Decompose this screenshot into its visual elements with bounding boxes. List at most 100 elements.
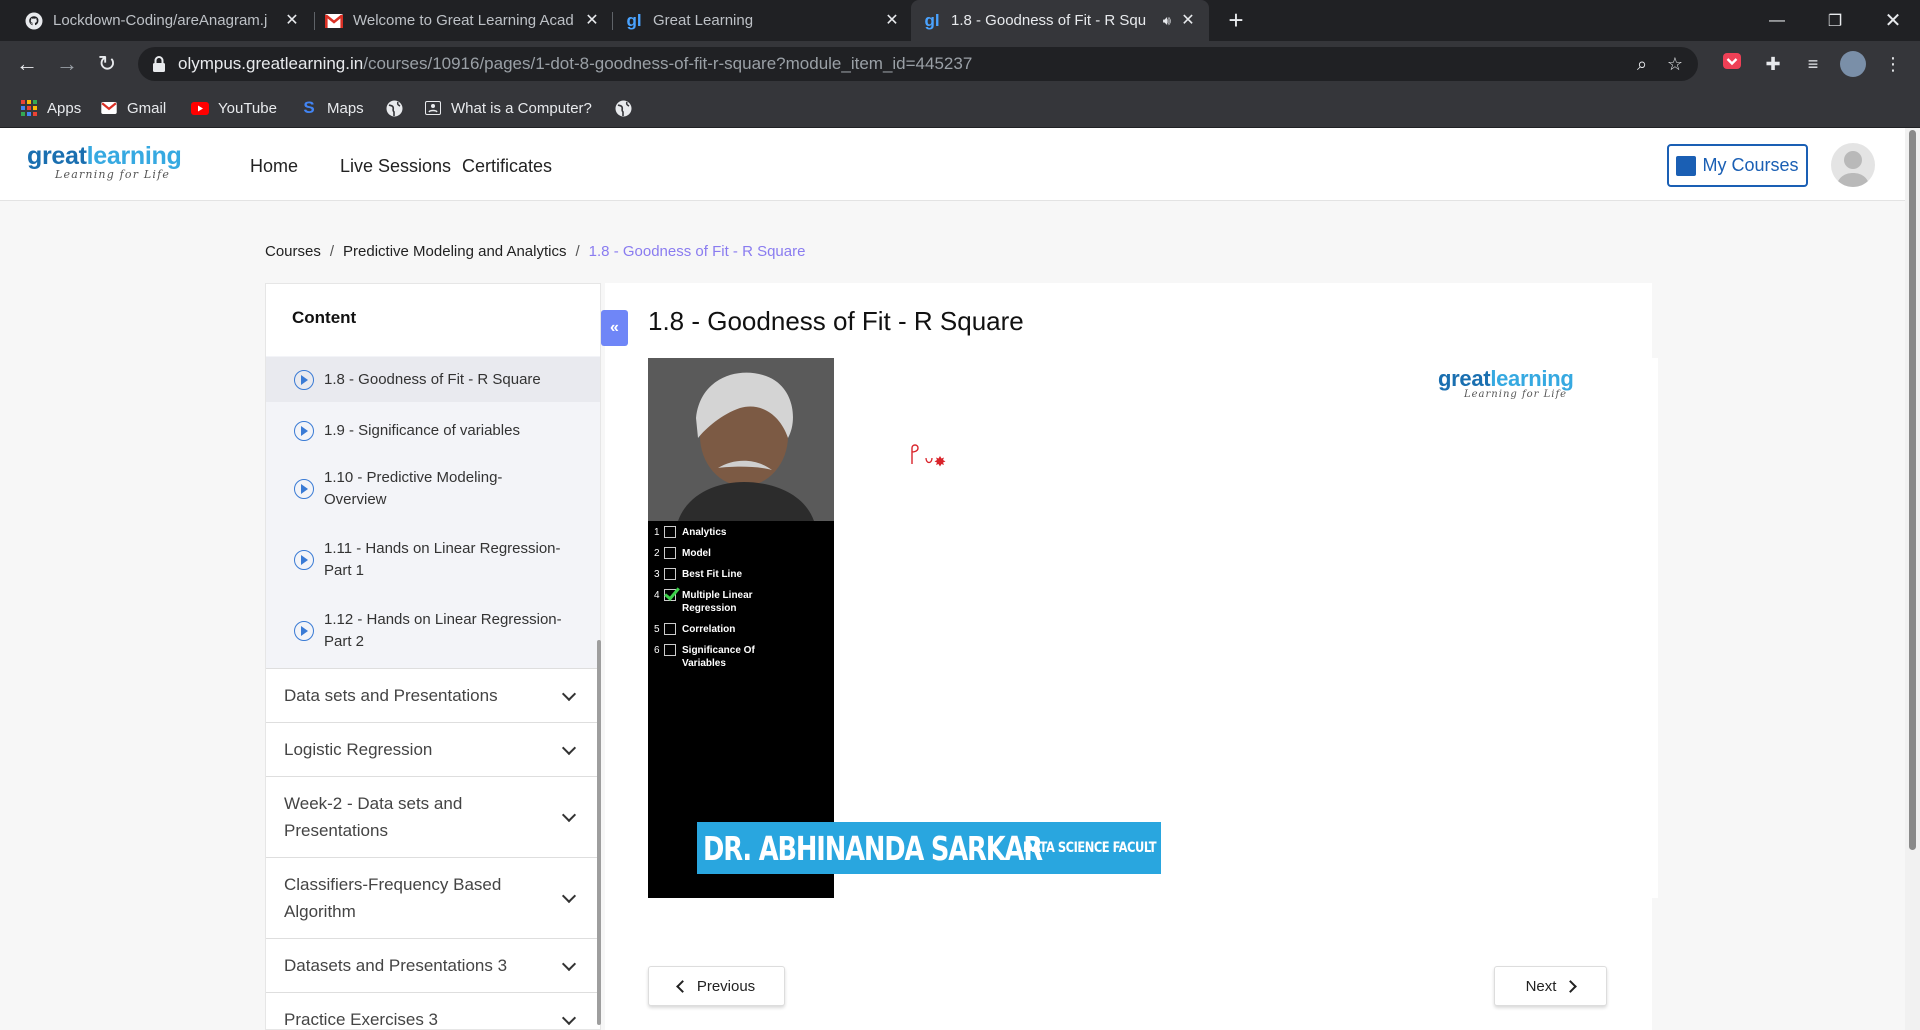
bookmark-maps[interactable]: S Maps [300, 97, 364, 119]
lesson-label: 1.8 - Goodness of Fit - R Square [324, 370, 541, 388]
previous-label: Previous [696, 977, 756, 995]
tab-title: Great Learning [653, 12, 754, 29]
back-icon[interactable]: ← [12, 49, 42, 79]
checkbox-icon [664, 568, 676, 580]
book-icon [1676, 155, 1697, 176]
bookmark-label: Apps [47, 99, 82, 117]
greatlearning-icon: gl [626, 10, 642, 30]
video-greatlearning-logo: greatlearning Learning for Life [1438, 366, 1574, 400]
user-avatar[interactable] [1831, 143, 1875, 187]
browser-tab-gmail[interactable]: Welcome to Great Learning Acad ✕ [313, 0, 613, 41]
module-datasets-and-presentations-3[interactable]: Datasets and Presentations 3 [266, 938, 600, 992]
nav-certificates[interactable]: Certificates [462, 156, 552, 177]
globe-icon [385, 99, 403, 117]
lesson-item-active[interactable]: 1.8 - Goodness of Fit - R Square [266, 357, 600, 402]
close-tab-icon[interactable]: ✕ [583, 12, 601, 30]
page-icon [424, 99, 442, 117]
apps-grid-icon [20, 99, 38, 117]
play-circle-icon [294, 621, 314, 641]
globe-icon [614, 99, 632, 117]
module-label: Practice Exercises 3 [284, 1010, 438, 1029]
github-icon [25, 12, 43, 30]
close-tab-icon[interactable]: ✕ [283, 12, 301, 30]
video-player[interactable]: 1 Analytics 2 Model 3 Best Fit Line 4 Multip… [648, 358, 1658, 898]
lesson-item[interactable]: 1.11 - Hands on Linear Regression-Part 1 [266, 530, 600, 590]
close-tab-icon[interactable]: ✕ [883, 12, 901, 30]
breadcrumb-courses[interactable]: Courses [265, 243, 321, 260]
collapse-sidebar-button[interactable]: « [601, 310, 628, 346]
page-scrollbar-thumb[interactable] [1909, 130, 1916, 850]
bookmark-label: Gmail [127, 99, 167, 117]
bookmark-label: Maps [327, 99, 364, 117]
bookmark-globe[interactable] [385, 97, 412, 119]
chevron-down-icon [562, 959, 576, 973]
new-tab-button[interactable]: + [1222, 6, 1250, 34]
play-circle-icon [294, 420, 314, 441]
chevron-down-icon [562, 1013, 576, 1027]
breadcrumb: Courses / Predictive Modeling and Analytic… [265, 243, 805, 260]
url-path: /courses/10916/pages/1-dot-8-goodness-of… [363, 54, 973, 73]
extensions-puzzle-icon[interactable]: ✚ [1760, 51, 1786, 77]
module-practice-exercises-3[interactable]: Practice Exercises 3 [266, 992, 600, 1029]
bookmark-label: YouTube [218, 99, 277, 117]
close-window-button[interactable]: ✕ [1864, 0, 1920, 41]
breadcrumb-course[interactable]: Predictive Modeling and Analytics [343, 243, 566, 260]
annotation-scribble [911, 444, 946, 467]
nav-home[interactable]: Home [250, 156, 298, 177]
page-scrollbar[interactable] [1905, 128, 1920, 1030]
browser-tab-github[interactable]: Lockdown-Coding/areAnagram.j ✕ [13, 0, 313, 41]
play-circle-icon [294, 369, 314, 390]
browser-toolbar: ← → ↻ olympus.greatlearning.in/courses/1… [0, 41, 1920, 87]
lesson-item[interactable]: 1.9 - Significance of variables [266, 408, 600, 453]
agenda-list: 1 Analytics 2 Model 3 Best Fit Line 4 Multip… [654, 526, 830, 678]
menu-kebab-icon[interactable]: ⋮ [1880, 51, 1906, 77]
module-label: Week-2 - Data sets and Presentations [284, 794, 463, 840]
forward-icon[interactable]: → [52, 49, 82, 79]
bookmark-gmail[interactable]: Gmail [100, 97, 166, 119]
pocket-extension-icon[interactable] [1719, 51, 1745, 77]
bookmark-youtube[interactable]: YouTube [191, 97, 277, 119]
next-button[interactable]: Next [1494, 966, 1607, 1006]
minimize-button[interactable]: — [1748, 0, 1806, 41]
lesson-item[interactable]: 1.10 - Predictive Modeling-Overview [266, 459, 600, 519]
agenda-item: 4 Multiple Linear Regression [654, 589, 753, 614]
nav-live-sessions[interactable]: Live Sessions [340, 156, 451, 177]
reload-icon[interactable]: ↻ [92, 49, 122, 79]
chevron-left-icon [675, 979, 689, 993]
profile-avatar-icon[interactable] [1840, 51, 1866, 77]
agenda-item: 3 Best Fit Line [654, 568, 743, 580]
bookmark-star-icon[interactable]: ☆ [1665, 54, 1685, 74]
checkbox-icon [664, 644, 676, 656]
lesson-label: 1.10 - Predictive Modeling-Overview [324, 469, 503, 508]
restore-button[interactable]: ❐ [1806, 0, 1864, 41]
gmail-icon [100, 99, 118, 117]
bookmarks-bar: Apps Gmail YouTube S Maps What is a Comp… [0, 87, 1920, 128]
my-courses-label: My Courses [1702, 155, 1799, 175]
my-courses-button[interactable]: My Courses [1667, 144, 1808, 187]
next-label: Next [1525, 977, 1557, 995]
address-bar[interactable]: olympus.greatlearning.in/courses/10916/p… [138, 47, 1698, 81]
presenter-banner: DR. ABHINANDA SARKAR DATA SCIENCE FACULT [697, 822, 1161, 874]
browser-tab-active[interactable]: gl 1.8 - Goodness of Fit - R Squ 🔊︎ ✕ [911, 0, 1209, 41]
close-tab-icon[interactable]: ✕ [1179, 12, 1197, 30]
greatlearning-logo[interactable]: greatlearning Learning for Life [27, 142, 182, 181]
speaker-icon[interactable]: 🔊︎ [1163, 13, 1171, 29]
previous-button[interactable]: Previous [648, 966, 785, 1006]
module-logistic-regression[interactable]: Logistic Regression [266, 722, 600, 776]
module-data-sets-and-presentations[interactable]: Data sets and Presentations [266, 668, 600, 722]
bookmark-apps[interactable]: Apps [20, 97, 81, 119]
module-classifiers[interactable]: Classifiers-Frequency Based Algorithm [266, 857, 600, 938]
bookmark-globe[interactable] [614, 97, 641, 119]
content-sidebar: Content 1.8 - Goodness of Fit - R Square… [265, 283, 601, 1030]
bookmark-what-is-a-computer[interactable]: What is a Computer? [424, 97, 592, 119]
chevron-down-icon [562, 810, 576, 824]
lesson-item[interactable]: 1.12 - Hands on Linear Regression-Part 2 [266, 601, 600, 661]
module-week-2[interactable]: Week-2 - Data sets and Presentations [266, 776, 600, 857]
agenda-item: 1 Analytics [654, 526, 727, 538]
zoom-icon[interactable]: ⌕ [1632, 54, 1652, 74]
browser-tab-greatlearning[interactable]: gl Great Learning ✕ [613, 0, 913, 41]
sidebar-scrollbar[interactable] [597, 640, 601, 1025]
checkbox-icon [664, 526, 676, 538]
agenda-item: 5 Correlation [654, 623, 736, 635]
media-control-icon[interactable]: ≡ [1800, 51, 1826, 77]
